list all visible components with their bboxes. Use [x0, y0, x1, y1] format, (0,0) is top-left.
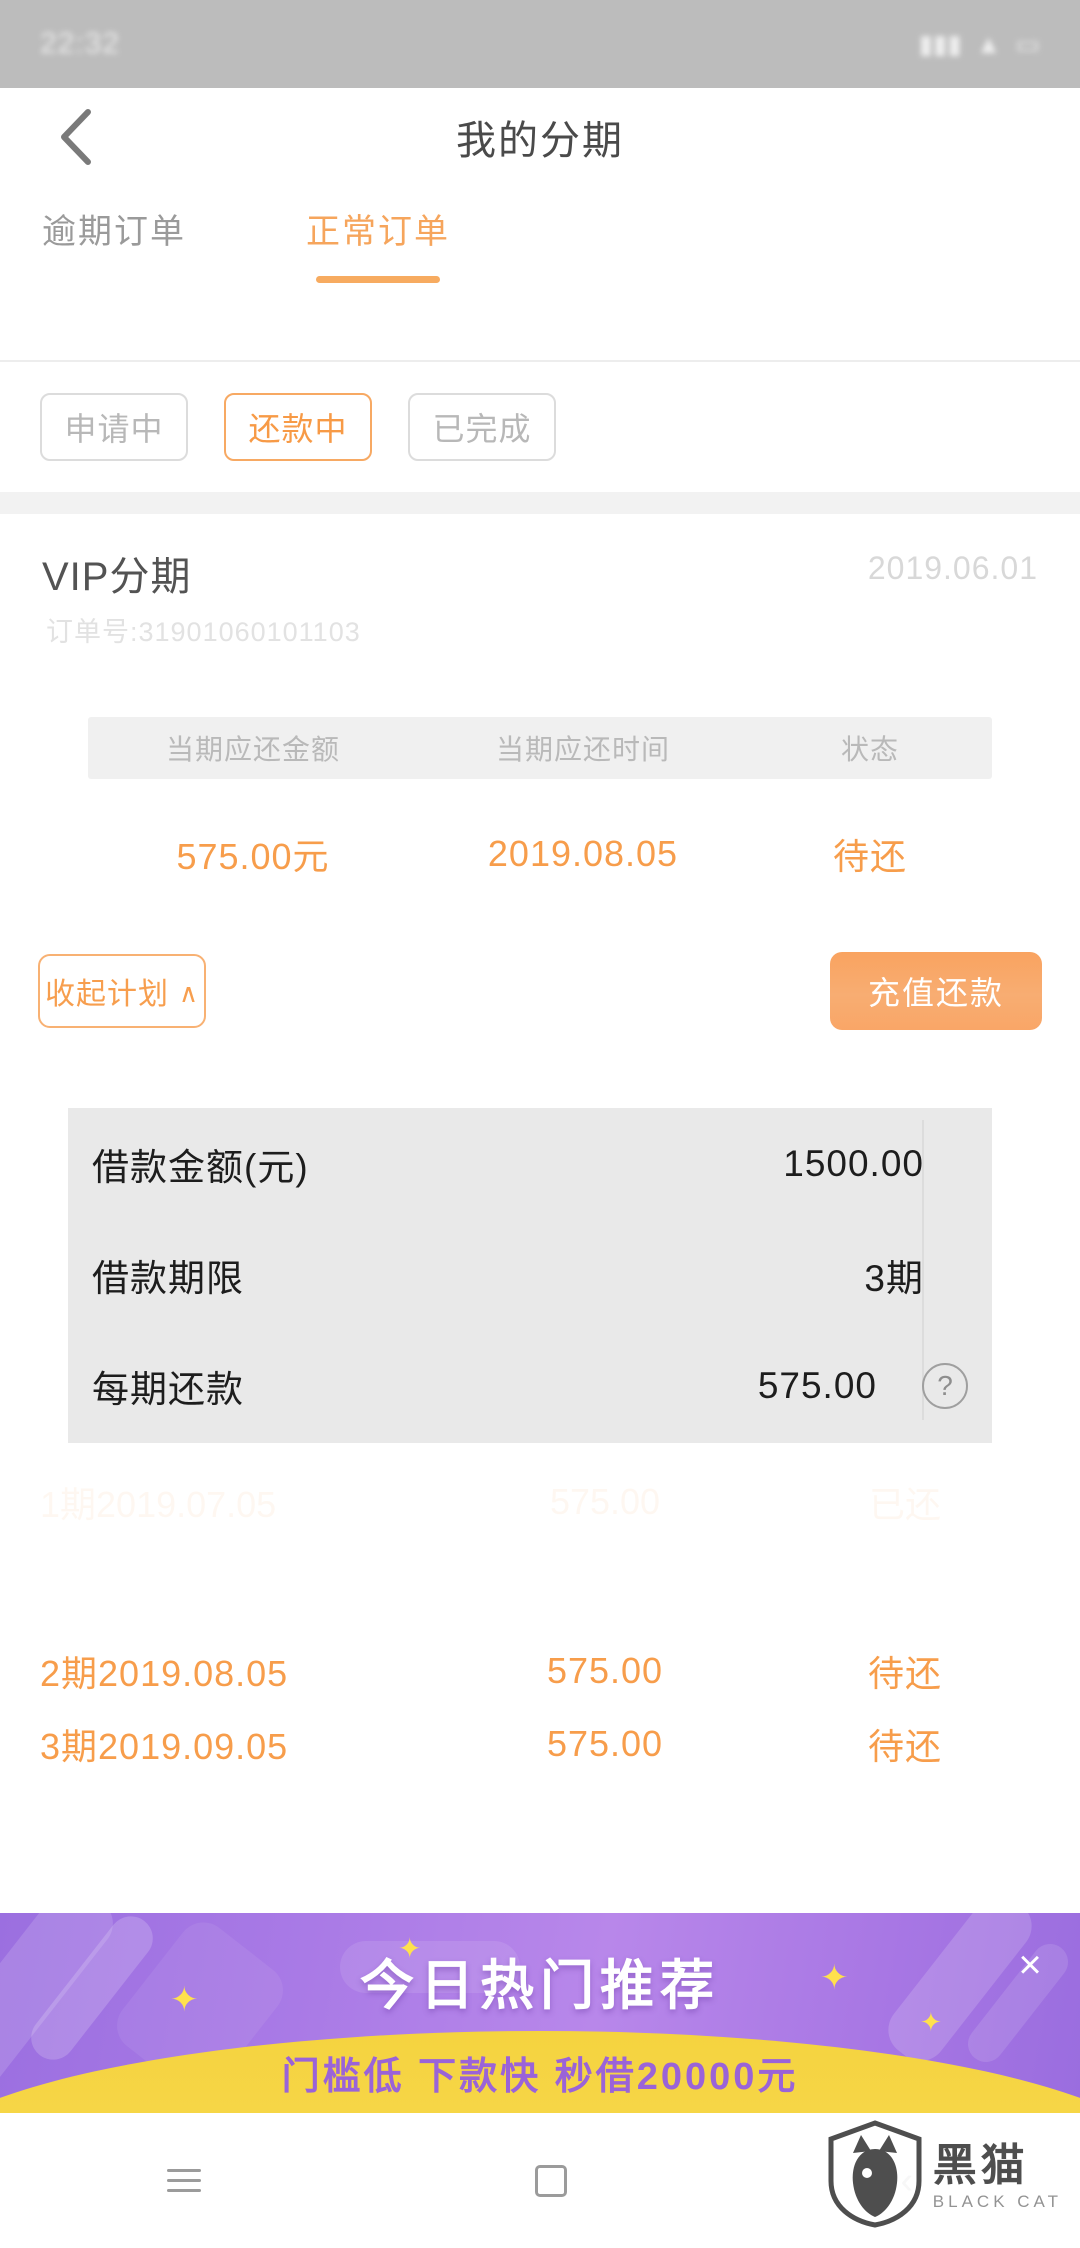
watermark-text: 黑猫 BLACK CAT	[932, 2140, 1062, 2211]
installment-status: 已还	[868, 1484, 941, 1525]
detail-label-loan-amount: 借款金额(元)	[92, 1146, 309, 1188]
installment-period: 1期2019.07.05	[40, 1484, 277, 1525]
wifi-icon: ▲	[975, 28, 1002, 59]
watermark-cn: 黑猫	[932, 2140, 1029, 2190]
installment-amount: 575.00	[549, 1481, 661, 1522]
detail-value-per-period: 575.00	[757, 1364, 877, 1406]
collapse-plan-label: 收起计划	[44, 978, 169, 1011]
chip-applying-label: 申请中	[64, 411, 164, 447]
watermark: 黑猫 BLACK CAT	[827, 2119, 1062, 2234]
section-divider	[0, 492, 1080, 514]
detail-row-per-period: 每期还款 575.00 ?	[68, 1330, 992, 1441]
loan-detail-panel: 借款金额(元) 1500.00 借款期限 3期 每期还款 575.00 ?	[68, 1108, 992, 1443]
chevron-left-icon	[58, 108, 92, 166]
installment-status: 待还	[867, 1653, 942, 1694]
chip-repaying-label: 还款中	[248, 411, 348, 447]
tab-normal-orders-label: 正常订单	[306, 213, 450, 251]
back-button[interactable]	[30, 88, 120, 186]
installment-row[interactable]: 2期2019.08.05 575.00 待还	[0, 1635, 1080, 1707]
current-period-table-row: 575.00元 2019.08.05 待还	[88, 819, 992, 889]
status-bar-icons: ▮▮▮ ▲ ▭	[919, 29, 1040, 60]
recharge-repay-label: 充值还款	[867, 975, 1004, 1011]
detail-label-loan-term: 借款期限	[92, 1257, 244, 1299]
detail-row-loan-amount: 借款金额(元) 1500.00	[68, 1108, 992, 1219]
tab-overdue-orders[interactable]: 逾期订单	[42, 186, 186, 253]
current-amount-due: 575.00元	[176, 836, 330, 877]
col-header-amount: 当期应还金额	[165, 734, 340, 765]
order-card: VIP分期 2019.06.01 订单号:31901060101103 当期应还…	[0, 514, 1080, 1069]
current-period-table-header: 当期应还金额 当期应还时间 状态	[88, 717, 992, 779]
order-number: 订单号:31901060101103	[46, 617, 361, 647]
detail-label-per-period: 每期还款	[92, 1368, 244, 1410]
current-due-date: 2019.08.05	[487, 833, 679, 874]
promo-banner[interactable]: ✦ ✦ ✦ ✦ 今日热门推荐 门槛低 下款快 秒借20000元 ×	[0, 1913, 1080, 2113]
chip-completed[interactable]: 已完成	[408, 393, 556, 461]
detail-value-loan-amount: 1500.00	[783, 1142, 924, 1184]
chevron-up-icon: ∧	[178, 978, 200, 1008]
installment-period: 2期2019.08.05	[40, 1653, 289, 1694]
help-question-icon[interactable]: ?	[922, 1362, 968, 1409]
home-square-icon[interactable]	[534, 2164, 567, 2197]
recharge-repay-button[interactable]: 充值还款	[830, 952, 1042, 1030]
order-card-header: VIP分期 2019.06.01 订单号:31901060101103	[0, 514, 1080, 647]
banner-subtitle: 门槛低 下款快 秒借20000元	[281, 2056, 799, 2098]
installment-row-paid: 1期2019.07.05 575.00 已还	[0, 1472, 1080, 1532]
status-bar: 22:32 ▮▮▮ ▲ ▭	[0, 0, 1080, 88]
menu-icon[interactable]	[166, 2162, 201, 2199]
black-cat-logo-icon	[827, 2119, 923, 2234]
col-header-date: 当期应还时间	[495, 734, 670, 765]
tab-overdue-orders-label: 逾期订单	[42, 213, 186, 251]
current-status: 待还	[832, 836, 907, 877]
installment-amount: 575.00	[546, 1723, 664, 1764]
installment-row[interactable]: 3期2019.09.05 575.00 待还	[0, 1708, 1080, 1780]
signal-icon: ▮▮▮	[918, 28, 962, 59]
battery-icon: ▭	[1015, 28, 1040, 59]
installment-amount: 575.00	[546, 1650, 664, 1691]
close-icon[interactable]: ×	[1004, 1939, 1056, 1991]
tab-normal-orders[interactable]: 正常订单	[306, 186, 450, 283]
order-date: 2019.06.01	[867, 550, 1038, 586]
collapse-plan-button[interactable]: 收起计划 ∧	[38, 954, 206, 1028]
status-bar-clock: 22:32	[40, 27, 121, 60]
installment-period: 3期2019.09.05	[40, 1726, 289, 1767]
app-header: 我的分期	[0, 88, 1080, 186]
tab-active-indicator	[316, 276, 440, 283]
installment-status: 待还	[867, 1726, 942, 1767]
page-title: 我的分期	[456, 119, 624, 163]
watermark-en: BLACK CAT	[932, 2191, 1062, 2211]
chip-applying[interactable]: 申请中	[40, 393, 188, 461]
chip-repaying[interactable]: 还款中	[224, 393, 372, 461]
detail-row-loan-term: 借款期限 3期	[68, 1219, 992, 1330]
chip-completed-label: 已完成	[432, 411, 532, 447]
order-type-tabs: 逾期订单 正常订单	[0, 186, 1080, 301]
status-filter-chips: 申请中 还款中 已完成	[0, 362, 1080, 492]
col-header-status: 状态	[840, 734, 899, 765]
detail-value-loan-term: 3期	[864, 1257, 924, 1299]
banner-title: 今日热门推荐	[360, 1956, 720, 2016]
